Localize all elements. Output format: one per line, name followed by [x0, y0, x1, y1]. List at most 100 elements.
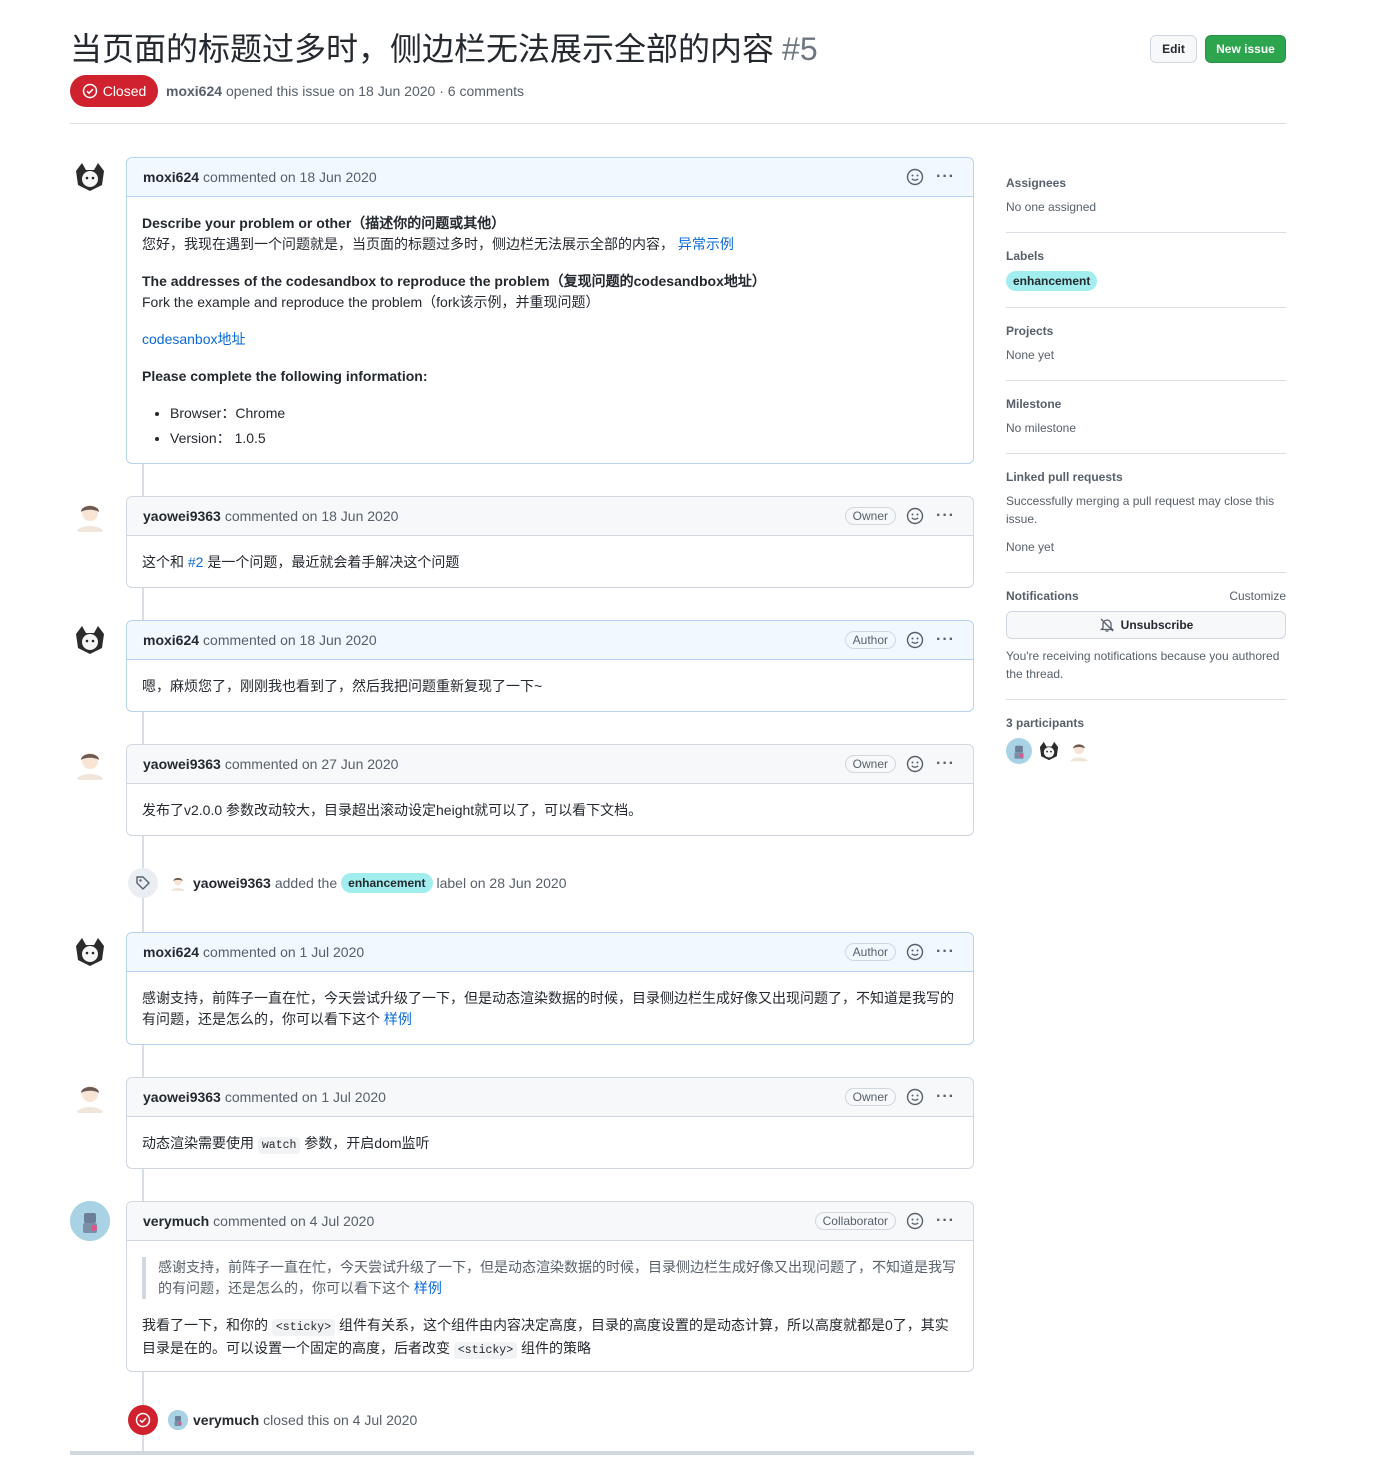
smiley-icon[interactable] — [906, 755, 924, 773]
avatar[interactable] — [70, 157, 110, 197]
edit-button[interactable]: Edit — [1150, 35, 1197, 63]
event-actor[interactable]: yaowei9363 — [193, 875, 271, 891]
smiley-icon[interactable] — [906, 1088, 924, 1106]
smiley-icon[interactable] — [906, 168, 924, 186]
codesandbox-link[interactable]: codesanbox地址 — [142, 331, 246, 347]
comment-date[interactable]: commented on 18 Jun 2020 — [225, 508, 399, 524]
comment-body: 发布了v2.0.0 参数改动较大，目录超出滚动设定height就可以了，可以看下… — [127, 784, 973, 837]
smiley-icon[interactable] — [906, 1212, 924, 1230]
comment-date[interactable]: commented on 27 Jun 2020 — [225, 756, 399, 772]
label-badge[interactable]: enhancement — [1006, 271, 1098, 291]
comment: yaowei9363 commented on 27 Jun 2020 Owne… — [126, 744, 974, 836]
avatar[interactable] — [1036, 738, 1062, 764]
more-options-icon[interactable]: ··· — [936, 756, 955, 772]
role-badge: Owner — [844, 507, 897, 525]
comment-author[interactable]: moxi624 — [143, 169, 199, 185]
body-text: 这个和 — [142, 554, 188, 570]
comment-author[interactable]: moxi624 — [143, 632, 199, 648]
comment-date[interactable]: commented on 4 Jul 2020 — [213, 1213, 374, 1229]
body-text: 您好，我现在遇到一个问题就是，当页面的标题过多时，侧边栏无法展示全部的内容， — [142, 236, 674, 252]
new-issue-button[interactable]: New issue — [1205, 35, 1286, 63]
label-badge[interactable]: enhancement — [341, 873, 433, 893]
smiley-icon[interactable] — [906, 943, 924, 961]
avatar[interactable] — [1006, 738, 1032, 764]
comment-author[interactable]: moxi624 — [143, 944, 199, 960]
issue-meta: moxi624 opened this issue on 18 Jun 2020… — [166, 83, 524, 99]
more-options-icon[interactable]: ··· — [936, 169, 955, 185]
example-link[interactable]: 样例 — [384, 1011, 412, 1027]
body-text: 动态渲染需要使用 — [142, 1135, 258, 1151]
issue-author-link[interactable]: moxi624 — [166, 83, 222, 99]
body-text: 发布了v2.0.0 参数改动较大，目录超出滚动设定height就可以了，可以看下… — [142, 802, 643, 818]
body-link[interactable]: 异常示例 — [678, 236, 734, 252]
sidebar: Assignees No one assigned Labels enhance… — [1006, 160, 1286, 780]
smiley-icon[interactable] — [906, 631, 924, 649]
avatar[interactable] — [168, 1410, 188, 1430]
customize-link[interactable]: Customize — [1229, 589, 1286, 603]
unsubscribe-button[interactable]: Unsubscribe — [1006, 611, 1286, 639]
sidebar-projects[interactable]: Projects None yet — [1006, 308, 1286, 381]
sidebar-heading[interactable]: Linked pull requests — [1006, 470, 1286, 484]
sidebar-heading[interactable]: Labels — [1006, 249, 1286, 263]
comment-author[interactable]: verymuch — [143, 1213, 209, 1229]
header-divider — [70, 123, 1286, 124]
avatar[interactable] — [70, 496, 110, 536]
body-heading: The addresses of the codesandbox to repr… — [142, 273, 766, 289]
event-actor[interactable]: verymuch — [193, 1412, 259, 1428]
smiley-icon[interactable] — [906, 507, 924, 525]
unsubscribe-label: Unsubscribe — [1120, 618, 1194, 632]
avatar[interactable] — [70, 1077, 110, 1117]
sidebar-milestone[interactable]: Milestone No milestone — [1006, 381, 1286, 454]
comment-body: 这个和 #2 是一个问题，最近就会着手解决这个问题 — [127, 536, 973, 589]
inline-code: watch — [257, 1137, 301, 1154]
cat-avatar-icon — [70, 620, 110, 660]
sidebar-heading[interactable]: Projects — [1006, 324, 1286, 338]
body-text: 嗯，麻烦您了，刚刚我也看到了，然后我把问题重新复现了一下~ — [142, 678, 543, 694]
comment-author[interactable]: yaowei9363 — [143, 508, 221, 524]
closed-event: verymuch closed this on 4 Jul 2020 — [128, 1405, 417, 1435]
participants-list — [1006, 738, 1286, 764]
comment-header: yaowei9363 commented on 18 Jun 2020 Owne… — [127, 497, 973, 536]
sidebar-value: None yet — [1006, 348, 1055, 362]
person-avatar-icon — [70, 744, 110, 784]
inline-code: <sticky> — [271, 1319, 336, 1336]
sidebar-description: Successfully merging a pull request may … — [1006, 494, 1275, 526]
status-badge: Closed — [70, 75, 158, 107]
sidebar-heading[interactable]: Assignees — [1006, 176, 1286, 190]
comment-body: Describe your problem or other（描述你的问题或其他… — [127, 197, 973, 469]
avatar[interactable] — [70, 932, 110, 972]
more-options-icon[interactable]: ··· — [936, 632, 955, 648]
list-item: Version： 1.0.5 — [170, 428, 958, 449]
comment-date[interactable]: commented on 1 Jul 2020 — [203, 944, 364, 960]
avatar[interactable] — [70, 1201, 110, 1241]
more-options-icon[interactable]: ··· — [936, 508, 955, 524]
sidebar-heading: Notifications — [1006, 589, 1079, 603]
sidebar-assignees[interactable]: Assignees No one assigned — [1006, 160, 1286, 233]
more-options-icon[interactable]: ··· — [936, 944, 955, 960]
avatar[interactable] — [1066, 738, 1092, 764]
avatar[interactable] — [168, 873, 188, 893]
comment-date[interactable]: commented on 1 Jul 2020 — [225, 1089, 386, 1105]
more-options-icon[interactable]: ··· — [936, 1089, 955, 1105]
sidebar-linked-prs[interactable]: Linked pull requests Successfully mergin… — [1006, 454, 1286, 573]
comment-date[interactable]: commented on 18 Jun 2020 — [203, 169, 377, 185]
comment-header: moxi624 commented on 18 Jun 2020 Author … — [127, 621, 973, 660]
more-options-icon[interactable]: ··· — [936, 1213, 955, 1229]
issue-ref-link[interactable]: #2 — [188, 554, 204, 570]
role-badge: Author — [844, 631, 897, 649]
issue-meta-text: opened this issue on 18 Jun 2020 · 6 com… — [225, 83, 525, 99]
comment-author[interactable]: yaowei9363 — [143, 1089, 221, 1105]
avatar[interactable] — [70, 620, 110, 660]
sidebar-labels[interactable]: Labels enhancement — [1006, 233, 1286, 308]
body-text: 感谢支持，前阵子一直在忙，今天尝试升级了一下，但是动态渲染数据的时候，目录侧边栏… — [142, 990, 954, 1027]
example-link[interactable]: 样例 — [414, 1280, 442, 1296]
closed-issue-icon — [128, 1405, 158, 1435]
inline-code: <sticky> — [453, 1342, 518, 1359]
event-action: closed this on 4 Jul 2020 — [263, 1412, 418, 1428]
sidebar-heading[interactable]: Milestone — [1006, 397, 1286, 411]
body-heading: Describe your problem or other（描述你的问题或其他… — [142, 215, 506, 231]
comment-author[interactable]: yaowei9363 — [143, 756, 221, 772]
avatar[interactable] — [70, 744, 110, 784]
notifications-description: You're receiving notifications because y… — [1006, 649, 1280, 681]
comment-date[interactable]: commented on 18 Jun 2020 — [203, 632, 377, 648]
